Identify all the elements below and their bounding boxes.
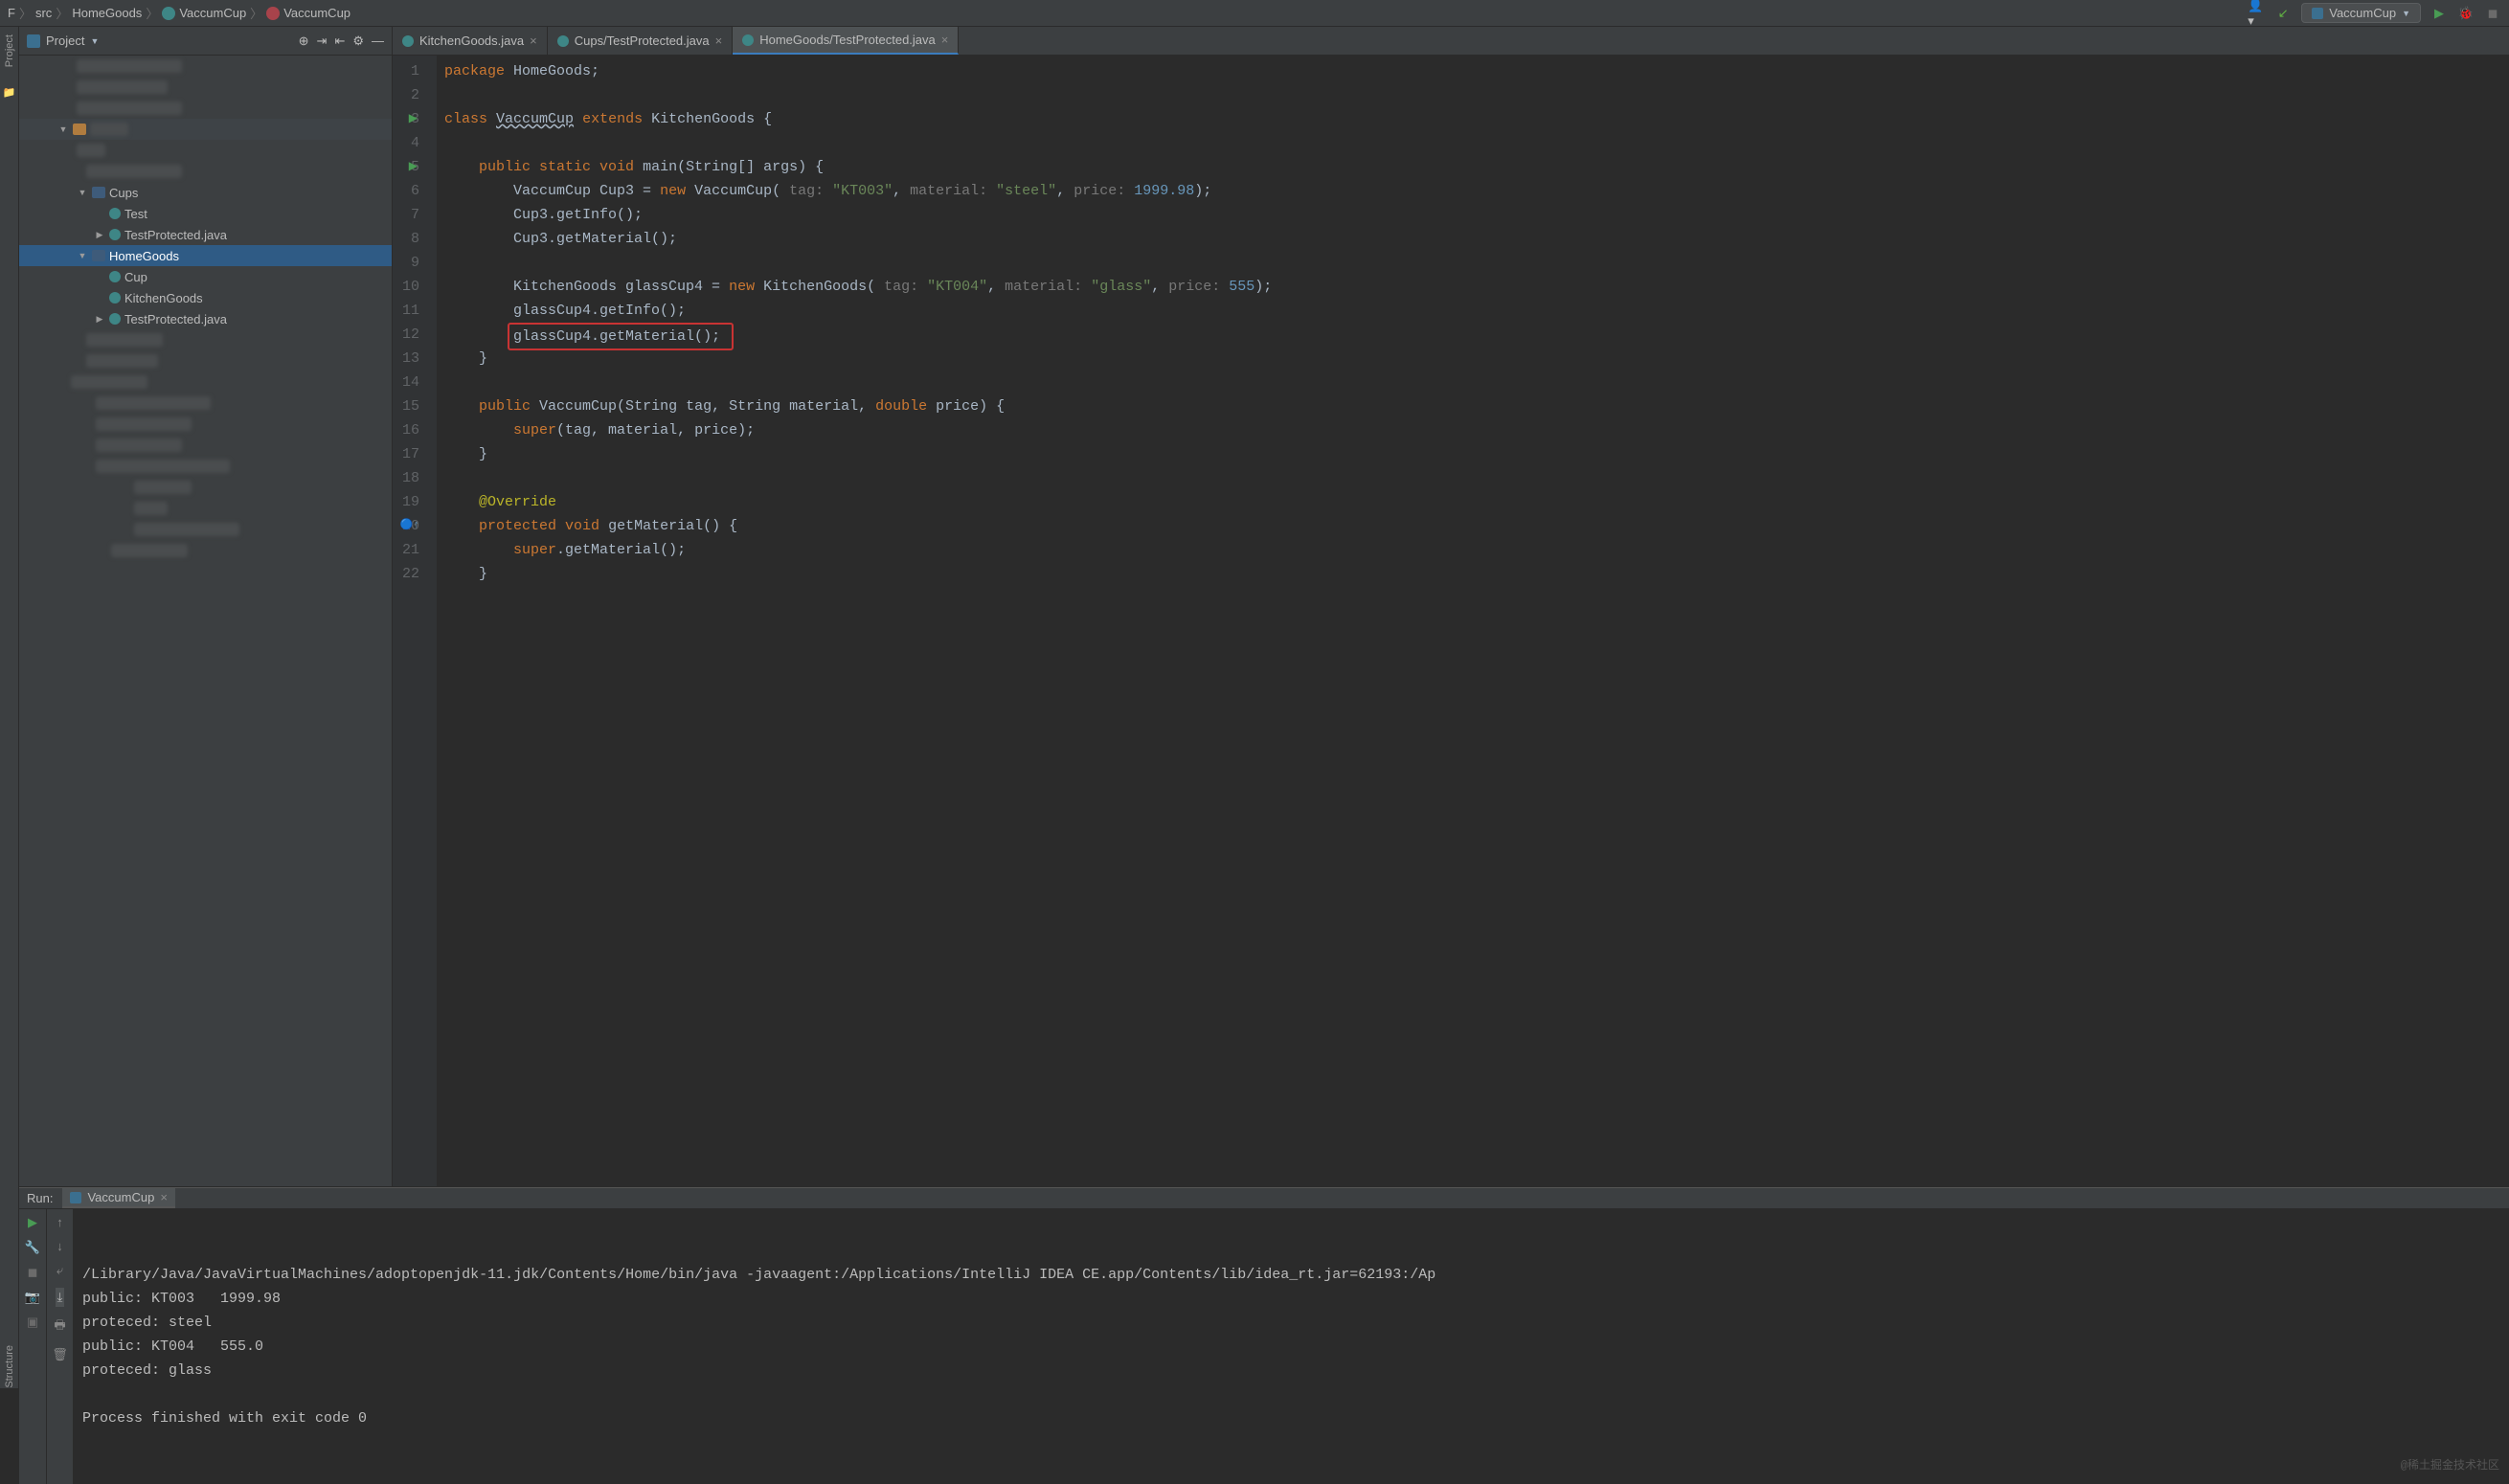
- run-panel-header: Run: VaccumCup ×: [19, 1188, 2509, 1209]
- run-toolbar-left: ▶ 🔧 ◼ 📷 ▣: [19, 1209, 46, 1484]
- tree-item-cups[interactable]: ▼Cups: [19, 182, 392, 203]
- config-icon: [2312, 8, 2323, 19]
- editor-tabs: KitchenGoods.java × Cups/TestProtected.j…: [393, 27, 2509, 56]
- debug-button[interactable]: 🐞: [2457, 5, 2475, 22]
- watermark: @稀土掘金技术社区: [2401, 1454, 2499, 1478]
- package-icon: [92, 250, 105, 261]
- package-icon: [92, 187, 105, 198]
- project-tool-tab[interactable]: Project: [4, 34, 15, 67]
- run-tab[interactable]: VaccumCup ×: [62, 1188, 174, 1208]
- locate-icon[interactable]: ⊕: [299, 34, 309, 49]
- config-icon: [70, 1192, 81, 1203]
- tree-item[interactable]: ▶TestProtected.java: [19, 224, 392, 245]
- class-icon: [109, 208, 121, 219]
- editor-tab-label: HomeGoods/TestProtected.java: [759, 33, 936, 47]
- project-tree[interactable]: ▼ ▼Cups Test ▶TestProtected.java ▼HomeGo…: [19, 56, 392, 1186]
- close-icon[interactable]: ×: [715, 34, 723, 48]
- class-icon: [162, 7, 175, 20]
- left-tool-strip: Project 📁 Structure: [0, 27, 19, 1388]
- minimize-icon[interactable]: —: [372, 34, 384, 49]
- close-icon[interactable]: ×: [530, 34, 537, 48]
- settings-icon[interactable]: ⚙: [352, 34, 364, 49]
- breadcrumb-item[interactable]: F: [8, 6, 15, 20]
- run-panel: Run: VaccumCup × ▶ 🔧 ◼ 📷 ▣ ↑ ↓: [19, 1187, 2509, 1388]
- scroll-icon[interactable]: ⤓: [56, 1288, 65, 1307]
- breadcrumb-item[interactable]: VaccumCup: [162, 6, 246, 20]
- run-toolbar-right: ↑ ↓ ⤶ ⤓ 🖶 🗑: [46, 1209, 73, 1484]
- breadcrumb-item[interactable]: VaccumCup: [266, 6, 350, 20]
- structure-tool-tab[interactable]: Structure: [4, 1345, 15, 1388]
- down-arrow-icon[interactable]: ↓: [57, 1239, 63, 1253]
- editor-tab-label: KitchenGoods.java: [419, 34, 524, 48]
- folder-icon: 📁: [3, 86, 16, 99]
- trash-icon[interactable]: 🗑: [52, 1347, 68, 1362]
- code-editor[interactable]: 123▶45▶67891011121314151617181920🔵↑2122 …: [393, 56, 2509, 1186]
- camera-icon[interactable]: 📷: [25, 1290, 40, 1305]
- print-icon[interactable]: 🖶: [54, 1316, 65, 1338]
- breadcrumb: F 〉 src 〉 HomeGoods 〉 VaccumCup 〉 Vaccum…: [8, 4, 2248, 22]
- back-arrow-icon[interactable]: ↙: [2274, 5, 2292, 22]
- collapse-icon[interactable]: ⇤: [334, 34, 345, 49]
- project-panel-header: Project ▼ ⊕ ⇥ ⇤ ⚙ —: [19, 27, 392, 56]
- run-tab-label: VaccumCup: [87, 1190, 154, 1204]
- class-icon: [402, 35, 414, 47]
- run-label: Run:: [27, 1191, 53, 1205]
- gutter[interactable]: 123▶45▶67891011121314151617181920🔵↑2122: [393, 56, 437, 1186]
- class-icon: [109, 313, 121, 325]
- run-config-selector[interactable]: VaccumCup ▼: [2301, 3, 2421, 23]
- project-panel: Project ▼ ⊕ ⇥ ⇤ ⚙ — ▼: [19, 27, 393, 1186]
- class-icon: [109, 292, 121, 304]
- topbar-right: 👤▾ ↙ VaccumCup ▼ ▶ 🐞 ◼: [2248, 3, 2501, 23]
- project-icon: [27, 34, 40, 48]
- close-icon[interactable]: ×: [160, 1190, 168, 1204]
- tree-item[interactable]: ▶TestProtected.java: [19, 308, 392, 329]
- method-icon: [266, 7, 280, 20]
- stop-button[interactable]: ◼: [2484, 5, 2501, 22]
- tree-item[interactable]: KitchenGoods: [19, 287, 392, 308]
- top-bar: F 〉 src 〉 HomeGoods 〉 VaccumCup 〉 Vaccum…: [0, 0, 2509, 27]
- breadcrumb-item[interactable]: HomeGoods: [72, 6, 142, 20]
- close-icon[interactable]: ×: [941, 33, 949, 47]
- expand-icon[interactable]: ⇥: [317, 34, 328, 49]
- run-config-label: VaccumCup: [2329, 6, 2396, 20]
- stop-icon[interactable]: ◼: [28, 1265, 38, 1280]
- editor-tab[interactable]: Cups/TestProtected.java ×: [548, 27, 734, 55]
- user-icon[interactable]: 👤▾: [2248, 5, 2265, 22]
- class-icon: [742, 34, 754, 46]
- soft-wrap-icon[interactable]: ⤶: [57, 1263, 63, 1278]
- up-arrow-icon[interactable]: ↑: [57, 1215, 63, 1229]
- console-output[interactable]: /Library/Java/JavaVirtualMachines/adopto…: [73, 1209, 2509, 1484]
- editor-tab[interactable]: HomeGoods/TestProtected.java ×: [733, 27, 959, 55]
- class-icon: [109, 229, 121, 240]
- tree-item[interactable]: Test: [19, 203, 392, 224]
- layout-icon[interactable]: ▣: [27, 1315, 38, 1330]
- rerun-button[interactable]: ▶: [28, 1215, 37, 1230]
- class-icon: [557, 35, 569, 47]
- editor-tab[interactable]: KitchenGoods.java ×: [393, 27, 548, 55]
- editor-area: KitchenGoods.java × Cups/TestProtected.j…: [393, 27, 2509, 1186]
- breadcrumb-item[interactable]: src: [35, 6, 52, 20]
- wrench-icon[interactable]: 🔧: [25, 1240, 40, 1255]
- tree-item-homegoods[interactable]: ▼HomeGoods: [19, 245, 392, 266]
- tree-item[interactable]: Cup: [19, 266, 392, 287]
- editor-tab-label: Cups/TestProtected.java: [575, 34, 710, 48]
- run-button[interactable]: ▶: [2430, 5, 2448, 22]
- class-icon: [109, 271, 121, 282]
- project-panel-title: Project: [46, 34, 84, 48]
